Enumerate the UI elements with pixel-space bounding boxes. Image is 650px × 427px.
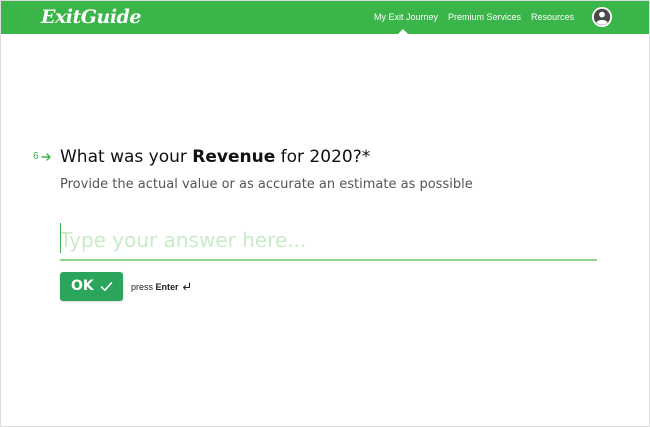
- top-navbar: ExitGuide My Exit Journey Premium Servic…: [1, 1, 649, 34]
- exitguide-logo[interactable]: ExitGuide: [41, 5, 141, 29]
- revenue-answer-input[interactable]: [60, 221, 597, 261]
- text-cursor: [60, 223, 61, 253]
- question-text-emphasis: Revenue: [192, 147, 276, 167]
- ok-button[interactable]: OK: [60, 272, 123, 301]
- ok-button-label: OK: [71, 278, 94, 294]
- active-nav-indicator: [398, 29, 408, 34]
- enter-hint-prefix: press: [131, 282, 156, 292]
- question-title: What was your Revenue for 2020?*: [60, 145, 370, 169]
- app-frame: ExitGuide My Exit Journey Premium Servic…: [0, 0, 650, 427]
- enter-hint-key: Enter: [155, 282, 179, 292]
- question-subtitle: Provide the actual value or as accurate …: [60, 177, 473, 192]
- question-text-start: What was your: [60, 147, 193, 167]
- arrow-right-icon: [41, 153, 51, 161]
- nav-premium-services[interactable]: Premium Services: [448, 11, 521, 23]
- enter-hint: press Enter: [131, 281, 179, 293]
- question-text-end: for 2020?*: [275, 147, 371, 167]
- question-number: 6: [33, 151, 39, 162]
- enter-return-icon: [183, 282, 190, 290]
- nav-resources[interactable]: Resources: [531, 11, 574, 23]
- user-avatar-icon[interactable]: [592, 7, 612, 27]
- check-icon: [100, 282, 113, 291]
- nav-my-exit-journey[interactable]: My Exit Journey: [374, 11, 438, 23]
